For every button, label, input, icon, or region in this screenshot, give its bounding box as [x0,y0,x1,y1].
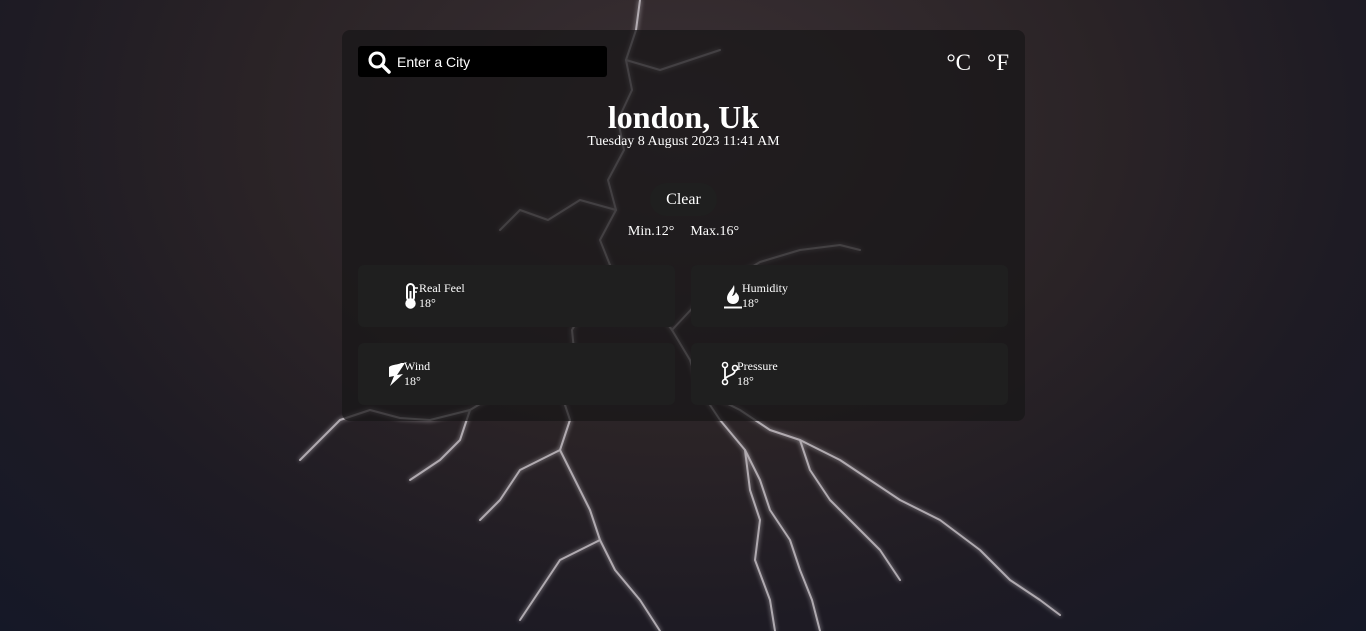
date-time: Tuesday 8 August 2023 11:41 AM [587,134,780,149]
min-temperature: Min.12° [627,224,675,239]
pressure-label: Pressure [737,359,778,373]
wind-label: Wind [404,359,431,373]
wind-value: 18° [404,374,421,388]
city-search-input[interactable] [397,53,597,70]
weather-condition-badge: Clear [650,183,717,216]
humidity-label: Humidity [742,281,789,295]
fahrenheit-button[interactable]: °F [987,50,1009,76]
real-feel-value: 18° [419,296,436,310]
pressure-value: 18° [737,374,754,388]
search-bar[interactable] [358,46,607,77]
wind-icon [387,361,405,387]
detail-tile-real-feel: Real Feel 18° [358,265,675,327]
celsius-button[interactable]: °C [946,50,971,76]
thermometer-icon [402,283,420,309]
humidity-value: 18° [742,296,759,310]
search-icon[interactable] [367,50,391,74]
detail-tile-pressure: Pressure 18° [691,343,1008,405]
unit-toggle: °C °F [946,50,1009,76]
real-feel-label: Real Feel [419,281,465,295]
max-temperature: Max.16° [690,224,740,239]
city-name: london, Uk [607,99,760,135]
detail-tile-humidity: Humidity 18° [691,265,1008,327]
detail-tile-wind: Wind 18° [358,343,675,405]
weather-card: °C °F london, Uk Tuesday 8 August 2023 1… [342,30,1025,421]
humidity-drop-icon [723,283,742,309]
min-max-temperature: Min.12° Max.16° [342,224,1025,240]
